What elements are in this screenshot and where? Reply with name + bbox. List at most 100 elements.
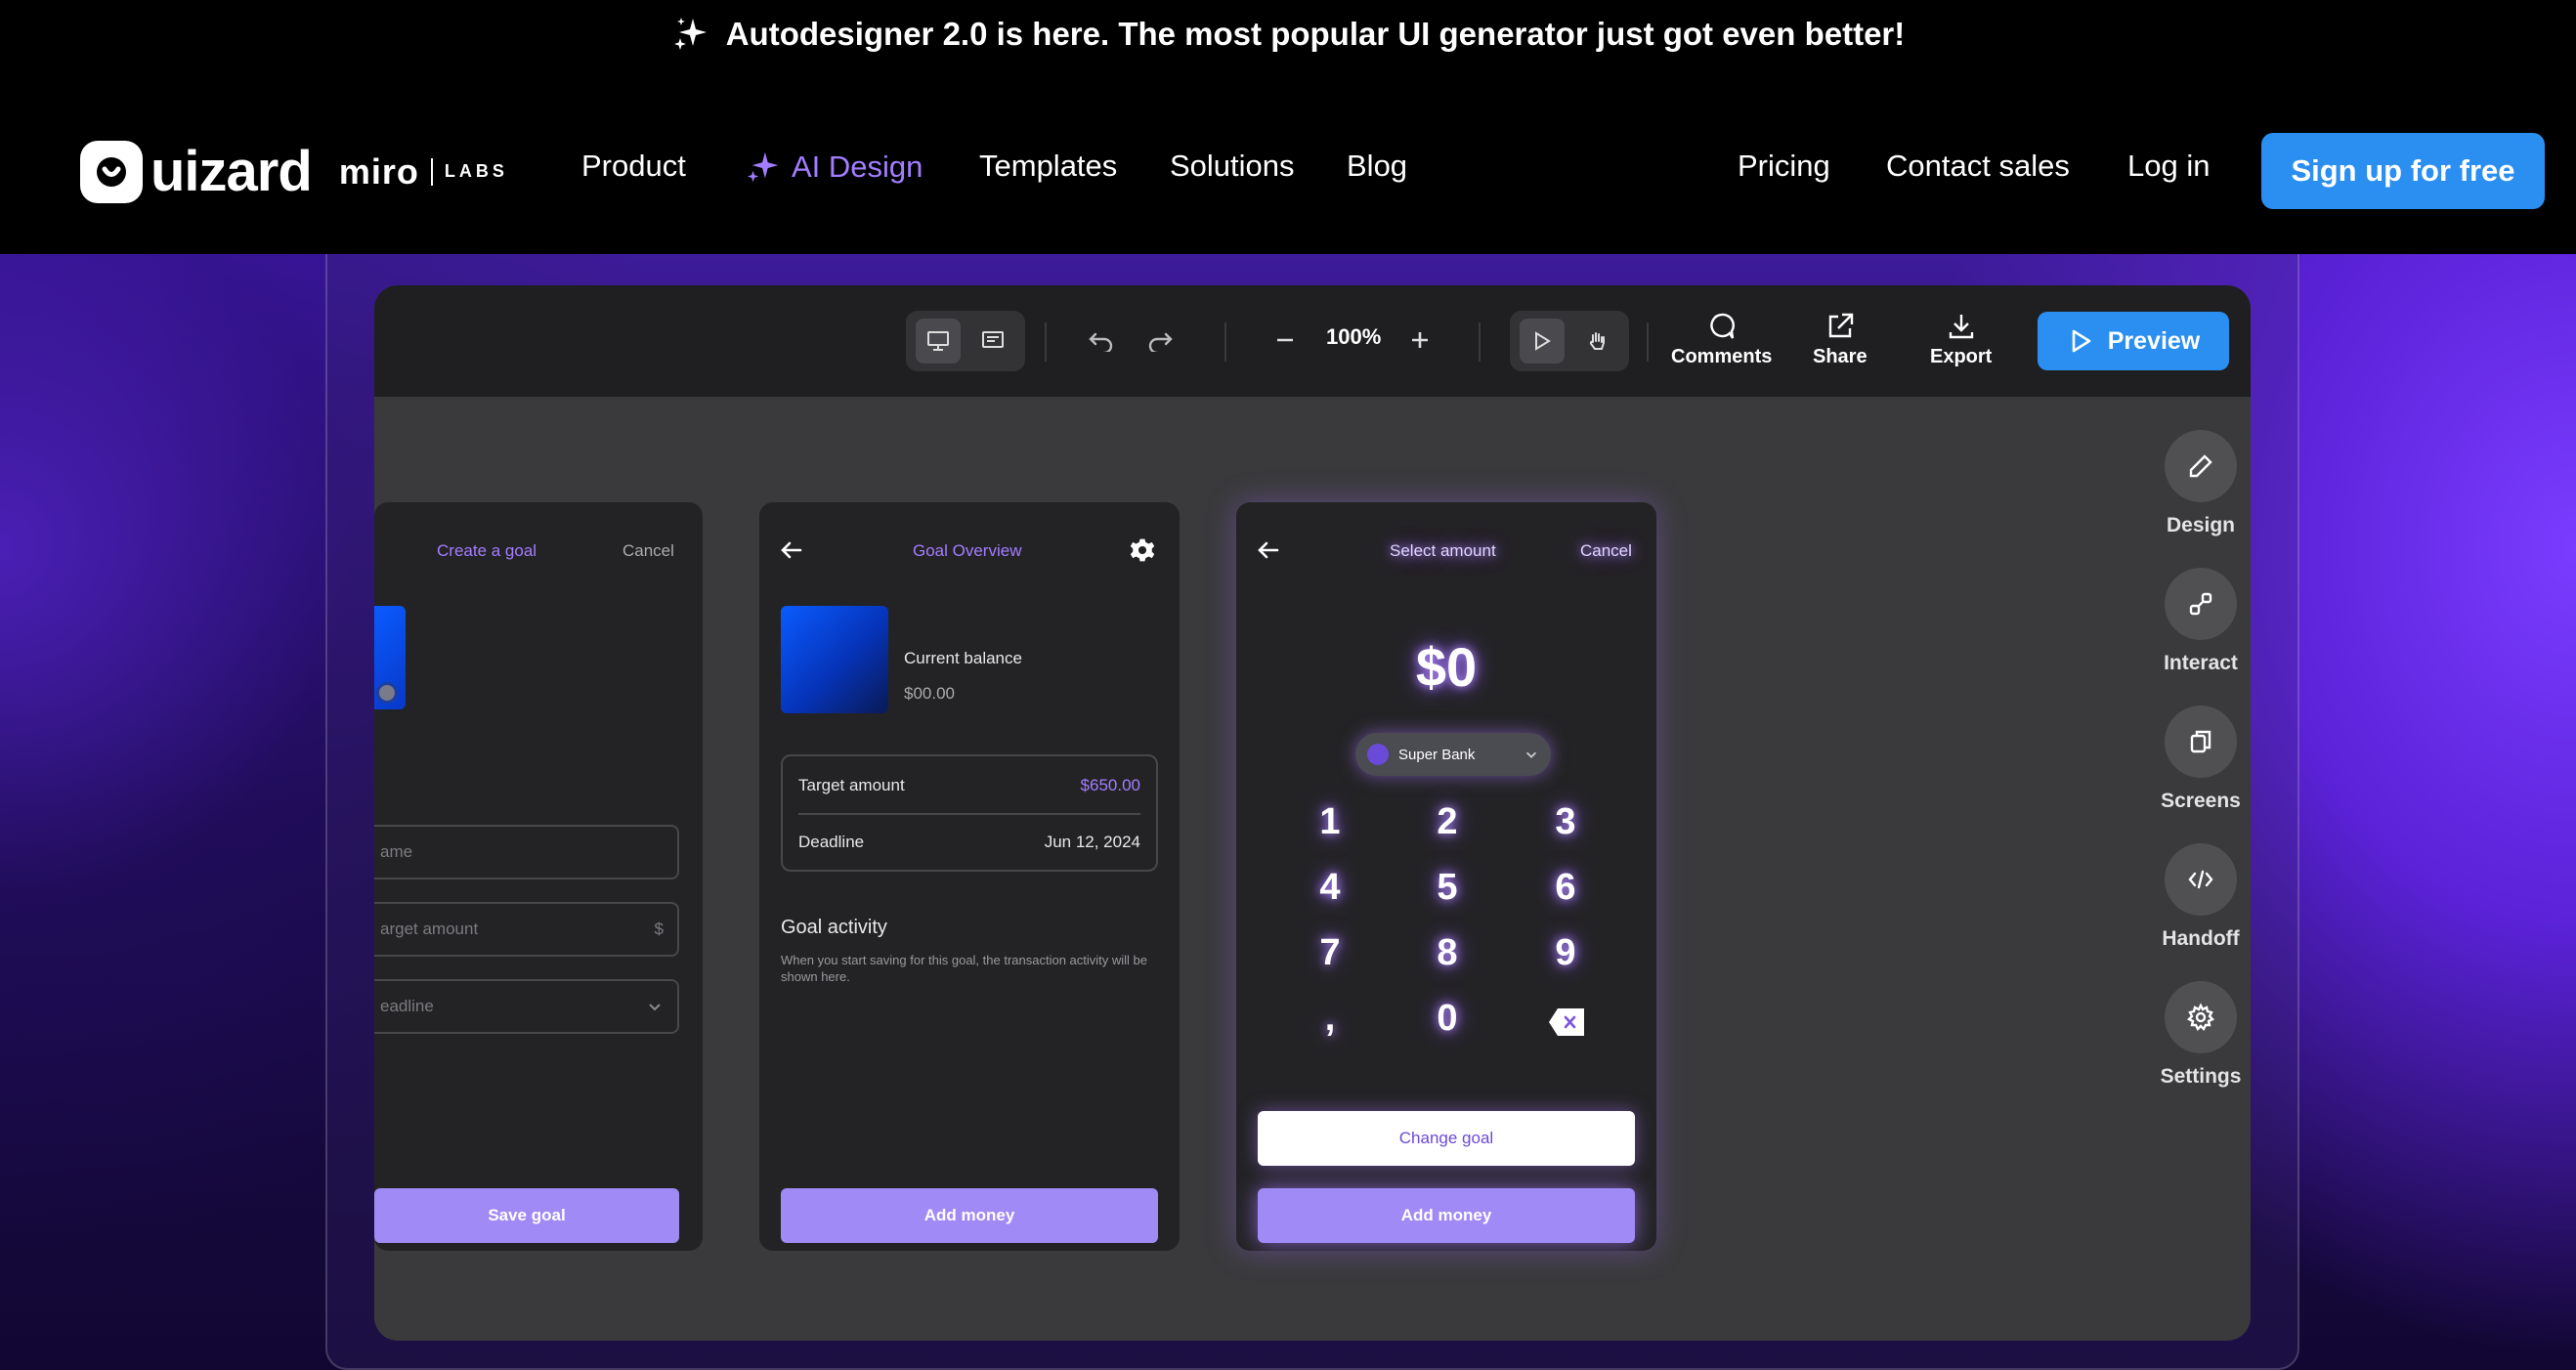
keypad-key-7[interactable]: 7	[1301, 932, 1359, 974]
nav-blog[interactable]: Blog	[1347, 149, 1407, 184]
nav-log-in[interactable]: Log in	[2127, 149, 2210, 184]
comments-button[interactable]: Comments	[1671, 311, 1772, 368]
nav-product[interactable]: Product	[581, 149, 686, 184]
sparkles-icon	[747, 151, 779, 183]
keypad-key-2[interactable]: 2	[1418, 801, 1477, 843]
screens-icon	[2165, 706, 2237, 778]
bank-name: Super Bank	[1398, 746, 1476, 763]
keypad-key-1[interactable]: 1	[1301, 801, 1359, 843]
redo-icon[interactable]	[1140, 321, 1180, 360]
select-amount-cancel[interactable]: Cancel	[1580, 541, 1632, 561]
view-mode-group	[906, 311, 1025, 371]
comment-icon	[1709, 313, 1735, 339]
edit-image-icon[interactable]	[376, 682, 398, 704]
back-arrow-icon[interactable]	[779, 537, 804, 563]
gear-icon	[2165, 981, 2237, 1053]
rail-settings[interactable]: Settings	[2147, 981, 2251, 1089]
editor-window: 100% Comments Share Export Preview Desig…	[374, 285, 2251, 1341]
screen-create-goal[interactable]: Create a goal Cancel ame arget amount $ …	[374, 502, 703, 1251]
announcement-text: Autodesigner 2.0 is here. The most popul…	[725, 16, 1906, 52]
toolbar-divider	[1647, 322, 1649, 362]
create-goal-cancel[interactable]: Cancel	[623, 541, 674, 561]
change-goal-button[interactable]: Change goal	[1258, 1111, 1635, 1166]
goal-name-placeholder: ame	[380, 842, 413, 861]
keypad-key-3[interactable]: 3	[1536, 801, 1595, 843]
undo-icon[interactable]	[1082, 321, 1121, 360]
zoom-out-icon[interactable]	[1266, 321, 1305, 360]
screen-select-amount[interactable]: Select amount Cancel $0 Super Bank 1 2 3…	[1236, 502, 1656, 1251]
nav-ai-design[interactable]: AI Design	[745, 149, 923, 186]
chevron-down-icon	[1525, 751, 1537, 758]
editor-toolbar: 100% Comments Share Export Preview	[374, 285, 2251, 397]
goal-card-image	[781, 606, 888, 713]
nav-solutions[interactable]: Solutions	[1170, 149, 1295, 184]
save-goal-button[interactable]: Save goal	[374, 1188, 679, 1243]
export-label: Export	[1930, 346, 1993, 367]
share-label: Share	[1813, 346, 1868, 367]
backspace-icon[interactable]	[1549, 1008, 1584, 1036]
keypad-key-5[interactable]: 5	[1418, 867, 1477, 909]
goal-overview-title: Goal Overview	[913, 541, 1022, 560]
share-icon	[1828, 313, 1853, 338]
toolbar-divider	[1224, 322, 1226, 362]
keypad-key-comma[interactable]: ,	[1301, 998, 1359, 1040]
target-amount-placeholder: arget amount	[380, 920, 479, 938]
zoom-in-icon[interactable]	[1400, 321, 1439, 360]
target-amount-value: $650.00	[1080, 776, 1140, 794]
nav-pricing[interactable]: Pricing	[1738, 149, 1830, 184]
play-icon	[2072, 329, 2091, 353]
nav-templates[interactable]: Templates	[979, 149, 1117, 184]
keypad-key-9[interactable]: 9	[1536, 932, 1595, 974]
keypad-key-0[interactable]: 0	[1418, 998, 1477, 1040]
back-arrow-icon[interactable]	[1256, 537, 1281, 563]
tool-mode-group	[1510, 311, 1629, 371]
target-amount-field[interactable]: arget amount $	[374, 902, 679, 957]
select-amount-title: Select amount	[1390, 541, 1496, 560]
preview-button[interactable]: Preview	[2038, 312, 2229, 370]
link-nodes-icon	[2165, 568, 2237, 640]
rail-handoff[interactable]: Handoff	[2147, 843, 2251, 951]
rail-screens-label: Screens	[2161, 790, 2241, 812]
keypad-key-6[interactable]: 6	[1536, 867, 1595, 909]
screen-goal-overview[interactable]: Goal Overview Current balance $00.00 Tar…	[759, 502, 1180, 1251]
download-icon	[1949, 315, 1973, 339]
comments-label: Comments	[1671, 346, 1773, 367]
bank-selector[interactable]: Super Bank	[1355, 733, 1551, 776]
nav-ai-design-label: AI Design	[792, 150, 923, 184]
rail-interact-label: Interact	[2164, 652, 2238, 674]
rail-interact[interactable]: Interact	[2147, 568, 2251, 675]
pencil-icon	[2165, 430, 2237, 502]
goal-details-box: Target amount $650.00 Deadline Jun 12, 2…	[781, 754, 1158, 872]
add-money-button[interactable]: Add money	[781, 1188, 1158, 1243]
cursor-icon[interactable]	[1520, 319, 1565, 364]
gear-icon[interactable]	[1130, 537, 1155, 563]
rail-design-label: Design	[2166, 514, 2235, 536]
details-divider	[798, 813, 1140, 815]
currency-symbol: $	[654, 920, 664, 938]
grid-view-icon[interactable]	[970, 319, 1015, 364]
keypad-key-4[interactable]: 4	[1301, 867, 1359, 909]
hand-icon[interactable]	[1574, 319, 1619, 364]
current-balance-label: Current balance	[904, 649, 1022, 667]
goal-name-field[interactable]: ame	[374, 825, 679, 879]
bank-logo-icon	[1367, 744, 1389, 765]
nav-contact-sales[interactable]: Contact sales	[1886, 149, 2070, 184]
current-balance-value: $00.00	[904, 684, 955, 703]
deadline-value: Jun 12, 2024	[1044, 833, 1140, 851]
create-goal-title: Create a goal	[437, 541, 537, 560]
deadline-label: Deadline	[798, 833, 865, 851]
target-amount-label: Target amount	[798, 776, 905, 794]
share-button[interactable]: Share	[1813, 311, 1868, 368]
add-money-button[interactable]: Add money	[1258, 1188, 1635, 1243]
deadline-field[interactable]: eadline	[374, 979, 679, 1034]
keypad-key-8[interactable]: 8	[1418, 932, 1477, 974]
rail-design[interactable]: Design	[2147, 430, 2251, 537]
announcement-bar[interactable]: Autodesigner 2.0 is here. The most popul…	[0, 0, 2576, 68]
sign-up-button[interactable]: Sign up for free	[2261, 133, 2545, 209]
rail-settings-label: Settings	[2160, 1065, 2242, 1088]
desktop-view-icon[interactable]	[916, 319, 961, 364]
export-button[interactable]: Export	[1930, 311, 1992, 368]
goal-activity-title: Goal activity	[781, 917, 887, 938]
zoom-level[interactable]: 100%	[1326, 324, 1381, 350]
rail-screens[interactable]: Screens	[2147, 706, 2251, 813]
